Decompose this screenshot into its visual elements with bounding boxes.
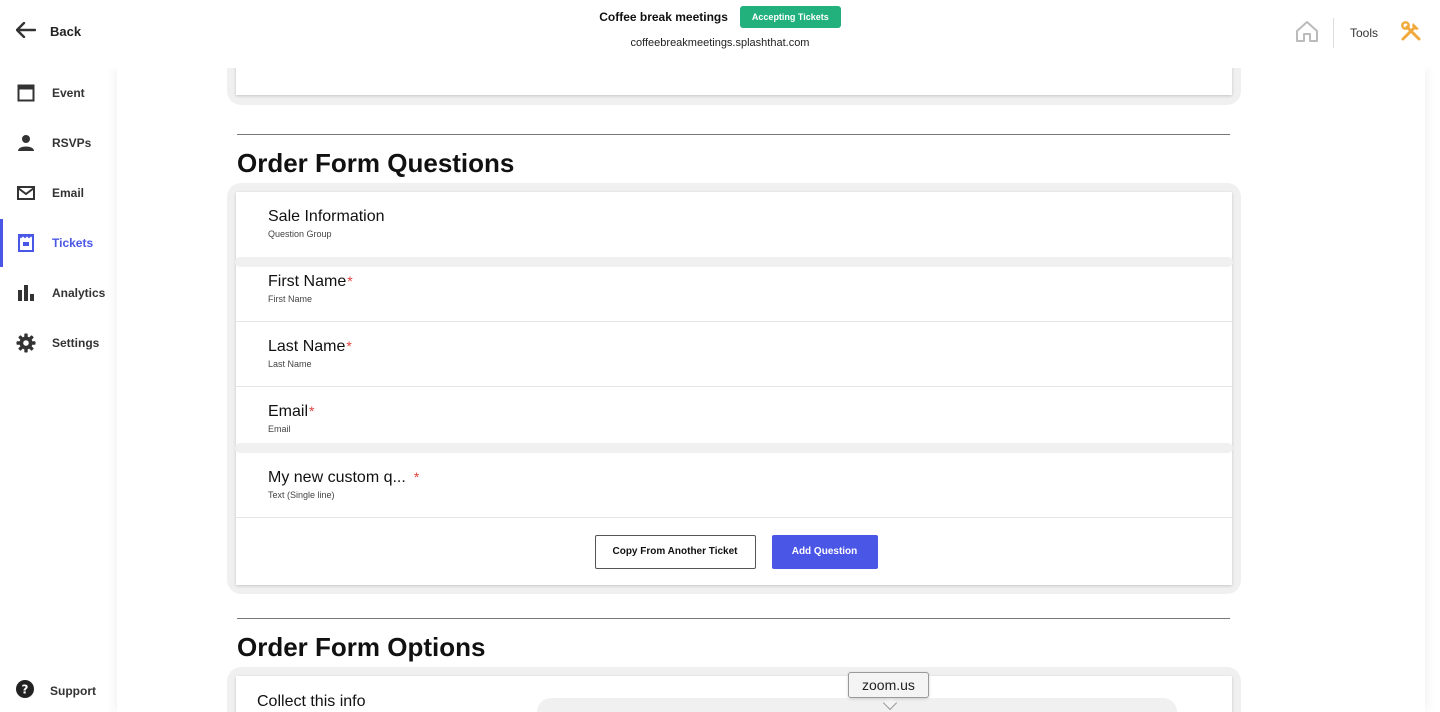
sidebar-item-label: Email [52,186,85,200]
sidebar-item-event[interactable]: Event [0,69,108,117]
person-icon [16,133,36,153]
question-title: Email [268,403,309,420]
section-divider [237,134,1230,135]
sidebar-item-email[interactable]: Email [0,169,108,217]
sidebar-item-analytics[interactable]: Analytics [0,269,108,317]
required-marker: * [347,273,353,289]
question-subtitle: Last Name [268,359,312,369]
sidebar-item-tickets[interactable]: Tickets [0,219,108,267]
question-group[interactable]: Sale Information Question Group [236,192,1232,257]
group-separator [235,443,1233,453]
help-icon: ? [16,680,34,701]
sidebar-item-settings[interactable]: Settings [0,319,108,367]
event-header: Coffee break meetings Accepting Tickets … [0,6,1440,49]
support-link[interactable]: ? Support [16,680,96,701]
svg-text:?: ? [22,683,29,697]
add-question-button[interactable]: Add Question [771,534,878,569]
sidebar-item-label: RSVPs [52,136,92,150]
copy-from-another-ticket-button[interactable]: Copy From Another Ticket [594,534,756,569]
support-label: Support [50,683,96,698]
sidebar-item-rsvps[interactable]: RSVPs [0,119,108,167]
top-bar: Back Coffee break meetings Accepting Tic… [0,0,1440,68]
home-button[interactable] [1293,18,1321,48]
sidebar-item-label: Tickets [52,236,94,250]
question-title: First Name [268,273,347,290]
question-row-email[interactable]: Email * Email [236,387,1232,443]
question-subtitle: Email [268,424,291,434]
question-title: My new custom q... [268,469,406,486]
tools-label[interactable]: Tools [1350,26,1378,40]
required-marker: * [346,338,352,354]
section-divider [237,618,1230,619]
status-badge[interactable]: Accepting Tickets [739,6,841,28]
order-form-questions-card: Sale Information Question Group First Na… [227,183,1241,594]
order-form-options-heading: Order Form Options [237,632,486,662]
order-form-questions-heading: Order Form Questions [237,148,515,178]
bar-chart-icon [16,283,36,303]
questions-panel: Sale Information Question Group First Na… [235,192,1233,585]
group-separator [235,257,1233,267]
question-subtitle: Text (Single line) [268,490,335,500]
sidebar-item-label: Event [52,86,85,100]
question-subtitle: First Name [268,294,313,304]
question-row-first-name[interactable]: First Name * First Name [236,267,1232,322]
main-content: Order Form Questions Sale Information Qu… [117,68,1425,712]
sidebar-item-label: Analytics [52,286,106,300]
header-divider [1332,18,1334,48]
calendar-icon [16,83,36,103]
question-row-custom[interactable]: My new custom q... * Text (Single line) [236,453,1232,518]
event-name: Coffee break meetings [599,10,728,24]
header-tools: Tools [1293,18,1422,48]
question-group-subtitle: Question Group [268,229,332,239]
required-marker: * [413,469,420,485]
question-actions: Copy From Another Ticket Add Question [236,518,1232,585]
question-group-title: Sale Information [268,208,385,225]
event-url-link[interactable]: coffeebreakmeetings.splashthat.com [0,37,1440,49]
envelope-icon [16,183,36,203]
home-icon [1295,19,1319,48]
question-row-last-name[interactable]: Last Name * Last Name [236,322,1232,387]
question-title: Last Name [268,338,346,355]
options-field[interactable] [537,698,1177,712]
previous-card-inner [236,68,1232,95]
url-tooltip: zoom.us [848,672,929,698]
sidebar: Event RSVPs Email Tickets Analytics Sett… [0,68,108,712]
required-marker: * [309,403,315,419]
sidebar-item-label: Settings [52,336,100,350]
gear-icon [16,333,36,353]
tools-icon[interactable] [1400,20,1422,47]
ticket-icon [16,233,36,253]
previous-card [227,68,1241,105]
